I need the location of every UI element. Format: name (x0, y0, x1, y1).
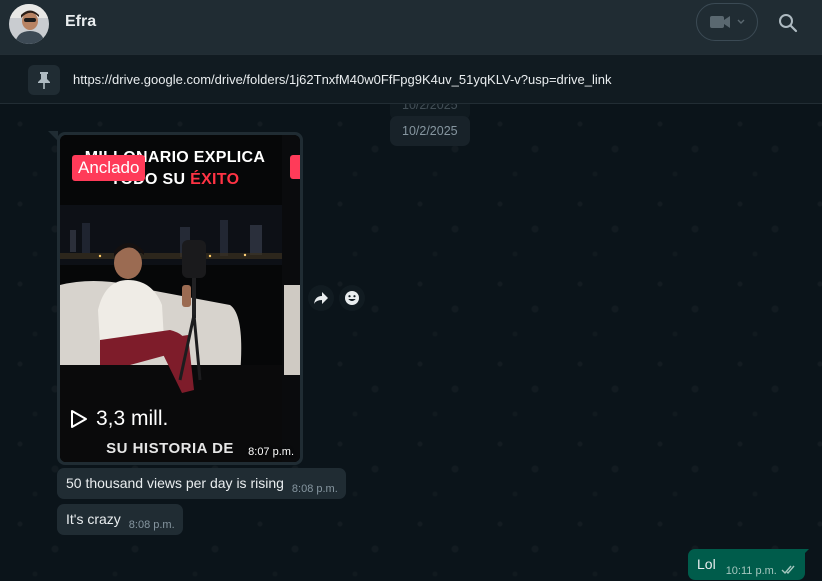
contact-name[interactable]: Efra (65, 13, 96, 31)
message-time: 10:11 p.m. (725, 565, 777, 577)
video-subheadline: SU HISTORIA DE (106, 440, 234, 457)
message-bubble[interactable]: It's crazy 8:08 p.m. (57, 504, 183, 535)
bubble-tail (800, 549, 809, 558)
chat-header: Efra (0, 0, 822, 54)
video-camera-icon (710, 16, 730, 28)
video-message-bubble[interactable]: MILLONARIO EXPLICA TODO SU ÉXITO Anclado… (57, 132, 303, 465)
react-button[interactable] (339, 285, 365, 311)
video-call-button[interactable] (696, 3, 758, 41)
video-thumbnail[interactable]: MILLONARIO EXPLICA TODO SU ÉXITO Anclado… (60, 135, 300, 462)
views-label: 3,3 mill. (96, 407, 169, 430)
views-count: 3,3 mill. (70, 407, 168, 431)
pinned-tag: Anclado (72, 155, 146, 181)
emoji-icon (345, 291, 359, 305)
pinned-message-bar[interactable]: https://drive.google.com/drive/folders/1… (0, 54, 822, 104)
avatar[interactable] (9, 4, 49, 44)
message-text: 50 thousand views per day is rising (66, 475, 284, 491)
outgoing-message-bubble[interactable]: Lol 10:11 p.m. (688, 549, 805, 580)
read-receipt-icon (781, 562, 797, 578)
chevron-down-icon (737, 19, 745, 24)
message-text: It's crazy (66, 511, 121, 527)
message-time: 8:08 p.m. (128, 519, 175, 531)
headline-accent: ÉXITO (190, 171, 240, 188)
message-bubble[interactable]: 50 thousand views per day is rising 8:08 … (57, 468, 346, 499)
whatsapp-chat-window: Efra https://drive.google.com/drive/fold… (0, 0, 822, 581)
message-time: 8:07 p.m. (248, 446, 294, 458)
pin-icon (38, 72, 50, 89)
date-separator: 10/2/2025 (390, 116, 470, 146)
search-icon (779, 14, 798, 33)
avatar-photo-icon (9, 4, 49, 44)
play-icon (71, 410, 87, 428)
forward-button[interactable] (308, 285, 334, 311)
pinned-tag-secondary (290, 155, 300, 179)
message-list[interactable]: 10/2/2025 10/2/2025 MILLONARIO EXPLICA T… (0, 104, 822, 581)
forward-icon (314, 292, 328, 304)
pinned-link[interactable]: https://drive.google.com/drive/folders/1… (73, 72, 611, 87)
pin-button[interactable] (28, 65, 60, 95)
search-button[interactable] (774, 9, 802, 37)
message-time: 8:08 p.m. (291, 483, 338, 495)
message-text: Lol (697, 556, 716, 572)
